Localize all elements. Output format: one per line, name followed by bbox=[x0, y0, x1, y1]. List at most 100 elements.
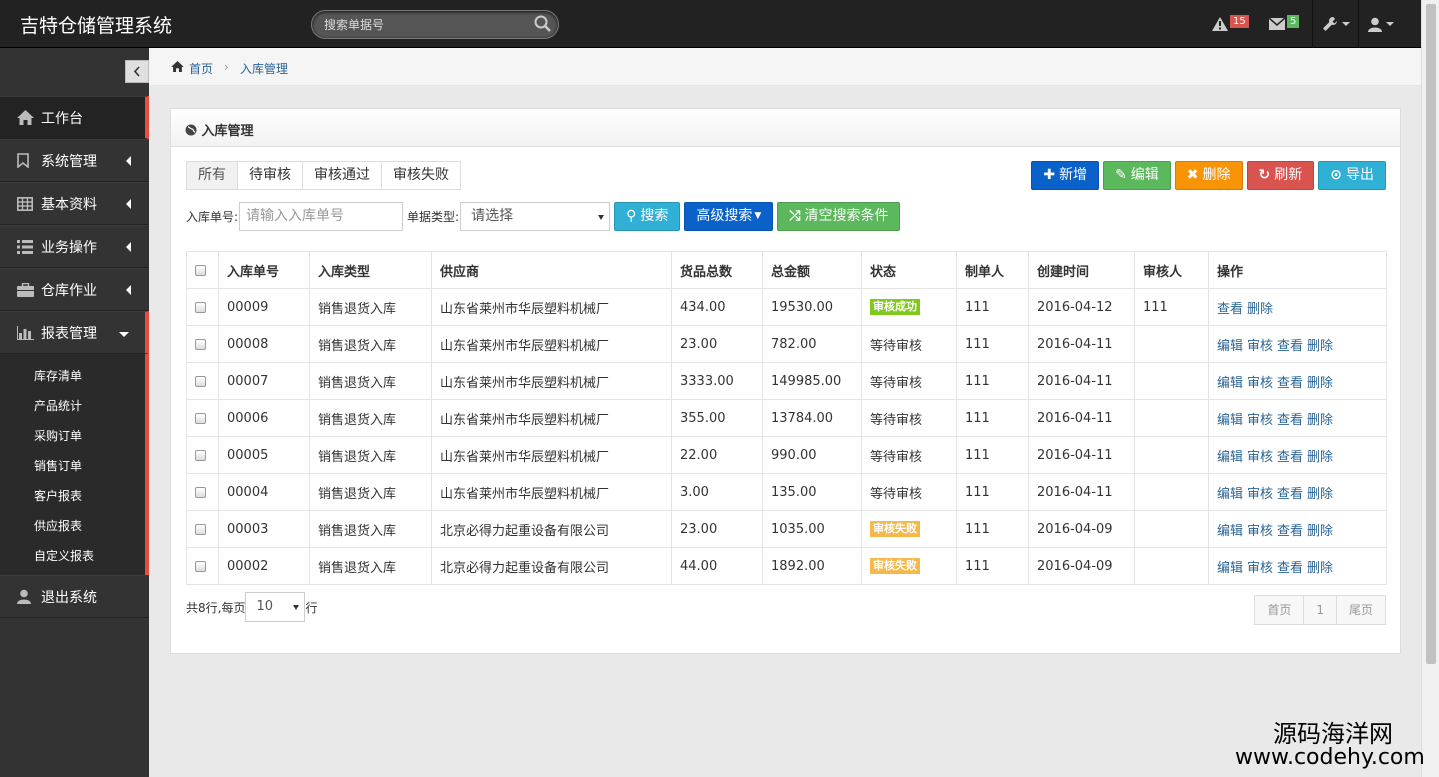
select-all-checkbox[interactable] bbox=[195, 264, 206, 276]
column-header[interactable]: 总金额 bbox=[762, 251, 862, 289]
submenu-item-sales-orders[interactable]: 销售订单 bbox=[0, 451, 145, 481]
row-action-link[interactable]: 审核 bbox=[1247, 524, 1273, 539]
column-header[interactable]: 制单人 bbox=[956, 251, 1029, 289]
row-action-link[interactable]: 删除 bbox=[1307, 524, 1333, 539]
row-action-link[interactable]: 审核 bbox=[1247, 376, 1273, 391]
row-checkbox[interactable] bbox=[195, 412, 206, 424]
table-row[interactable]: 00002 销售退货入库 北京必得力起重设备有限公司 44.00 1892.00 审核失败… bbox=[186, 547, 1387, 585]
column-header[interactable]: 供应商 bbox=[431, 251, 672, 289]
sidebar-item-system[interactable]: 系统管理 bbox=[0, 139, 149, 182]
row-action-link[interactable]: 查看 bbox=[1277, 487, 1303, 502]
row-action-link[interactable]: 删除 bbox=[1307, 561, 1333, 576]
submenu-item-purchase-orders[interactable]: 采购订单 bbox=[0, 421, 145, 451]
table-row[interactable]: 00006 销售退货入库 山东省莱州市华辰塑料机械厂 355.00 13784.00 等待… bbox=[186, 399, 1387, 437]
messages-menu[interactable]: 5 bbox=[1269, 12, 1300, 36]
tab-rejected[interactable]: 审核失败 bbox=[381, 161, 461, 190]
tab-all[interactable]: 所有 bbox=[186, 161, 238, 190]
table-row[interactable]: 00008 销售退货入库 山东省莱州市华辰塑料机械厂 23.00 782.00 等待审核 1… bbox=[186, 325, 1387, 363]
row-action-link[interactable]: 删除 bbox=[1307, 487, 1333, 502]
sidebar-item-reports[interactable]: 报表管理 bbox=[0, 311, 149, 354]
page-number-button[interactable]: 1 bbox=[1303, 595, 1337, 625]
search-box[interactable] bbox=[311, 10, 559, 39]
advanced-search-button[interactable]: 高级搜索 ▼ bbox=[684, 202, 774, 231]
submenu-item-custom-report[interactable]: 自定义报表 bbox=[0, 541, 145, 571]
table-row[interactable]: 00004 销售退货入库 山东省莱州市华辰塑料机械厂 3.00 135.00 等待审核 11… bbox=[186, 473, 1387, 511]
clear-filters-button[interactable]: ⤮ 清空搜索条件 bbox=[777, 202, 901, 231]
row-checkbox[interactable] bbox=[195, 338, 206, 350]
row-action-link[interactable]: 查看 bbox=[1277, 561, 1303, 576]
row-action-link[interactable]: 编辑 bbox=[1217, 339, 1243, 354]
row-checkbox[interactable] bbox=[195, 523, 206, 535]
column-header[interactable]: 入库类型 bbox=[309, 251, 432, 289]
add-button[interactable]: ✚ 新增 bbox=[1031, 161, 1100, 190]
submenu-item-inventory[interactable]: 库存清单 bbox=[0, 361, 145, 391]
table-row[interactable]: 00003 销售退货入库 北京必得力起重设备有限公司 23.00 1035.00 审核失败… bbox=[186, 510, 1387, 548]
row-action-link[interactable]: 编辑 bbox=[1217, 413, 1243, 428]
page-size-select[interactable]: 10 bbox=[245, 592, 306, 622]
row-action-link[interactable]: 删除 bbox=[1247, 302, 1273, 317]
row-action-link[interactable]: 审核 bbox=[1247, 487, 1273, 502]
submenu-item-supplier-report[interactable]: 供应报表 bbox=[0, 511, 145, 541]
sidebar-collapse-button[interactable] bbox=[125, 60, 149, 83]
row-action-link[interactable]: 审核 bbox=[1247, 413, 1273, 428]
row-checkbox[interactable] bbox=[195, 301, 206, 313]
breadcrumb-home-link[interactable]: 首页 bbox=[189, 60, 213, 77]
row-checkbox[interactable] bbox=[195, 486, 206, 498]
edit-button[interactable]: ✎ 编辑 bbox=[1103, 161, 1171, 190]
row-action-link[interactable]: 删除 bbox=[1307, 413, 1333, 428]
row-checkbox[interactable] bbox=[195, 449, 206, 461]
column-header[interactable]: 货品总数 bbox=[671, 251, 763, 289]
row-action-link[interactable]: 查看 bbox=[1277, 413, 1303, 428]
order-number-input[interactable]: 请输入入库单号 bbox=[239, 202, 404, 231]
first-page-button[interactable]: 首页 bbox=[1254, 595, 1305, 625]
search-input[interactable] bbox=[324, 16, 524, 34]
tab-approved[interactable]: 审核通过 bbox=[302, 161, 382, 190]
refresh-button[interactable]: ↻ 刷新 bbox=[1246, 161, 1315, 190]
row-action-link[interactable]: 审核 bbox=[1247, 339, 1273, 354]
row-action-link[interactable]: 删除 bbox=[1307, 450, 1333, 465]
submenu-item-customer-report[interactable]: 客户报表 bbox=[0, 481, 145, 511]
row-checkbox[interactable] bbox=[195, 375, 206, 387]
tab-pending[interactable]: 待审核 bbox=[237, 161, 303, 190]
user-menu[interactable] bbox=[1368, 12, 1395, 36]
scrollbar-thumb[interactable] bbox=[1426, 4, 1436, 664]
sidebar-item-warehouse[interactable]: 仓库作业 bbox=[0, 268, 149, 311]
breadcrumb-current[interactable]: 入库管理 bbox=[240, 60, 288, 77]
row-action-link[interactable]: 审核 bbox=[1247, 561, 1273, 576]
settings-menu[interactable] bbox=[1322, 12, 1351, 36]
table-row[interactable]: 00007 销售退货入库 山东省莱州市华辰塑料机械厂 3333.00 149985.00… bbox=[186, 362, 1387, 400]
table-row[interactable]: 00009 销售退货入库 山东省莱州市华辰塑料机械厂 434.00 19530.00 审核… bbox=[186, 288, 1387, 326]
row-action-link[interactable]: 查看 bbox=[1277, 450, 1303, 465]
row-action-link[interactable]: 查看 bbox=[1277, 524, 1303, 539]
row-action-link[interactable]: 编辑 bbox=[1217, 376, 1243, 391]
alerts-menu[interactable]: 15 bbox=[1212, 12, 1249, 36]
row-action-link[interactable]: 删除 bbox=[1307, 376, 1333, 391]
row-action-link[interactable]: 删除 bbox=[1307, 339, 1333, 354]
row-action-link[interactable]: 编辑 bbox=[1217, 561, 1243, 576]
sidebar-item-dashboard[interactable]: 工作台 bbox=[0, 96, 149, 139]
sidebar-item-basic-data[interactable]: 基本资料 bbox=[0, 182, 149, 225]
row-action-link[interactable]: 查看 bbox=[1217, 302, 1243, 317]
column-header[interactable]: 状态 bbox=[861, 251, 957, 289]
submenu-item-product-stats[interactable]: 产品统计 bbox=[0, 391, 145, 421]
row-action-link[interactable]: 编辑 bbox=[1217, 450, 1243, 465]
column-header[interactable]: 创建时间 bbox=[1028, 251, 1135, 289]
page-scrollbar[interactable] bbox=[1421, 0, 1439, 777]
column-header[interactable]: 入库单号 bbox=[218, 251, 310, 289]
column-header[interactable]: 审核人 bbox=[1134, 251, 1209, 289]
row-action-link[interactable]: 编辑 bbox=[1217, 487, 1243, 502]
export-button[interactable]: ⊙ 导出 bbox=[1318, 161, 1386, 190]
delete-button[interactable]: ✖ 删除 bbox=[1174, 161, 1243, 190]
row-action-link[interactable]: 编辑 bbox=[1217, 524, 1243, 539]
row-checkbox[interactable] bbox=[195, 560, 206, 572]
search-icon[interactable] bbox=[534, 15, 552, 33]
row-action-link[interactable]: 查看 bbox=[1277, 376, 1303, 391]
row-action-link[interactable]: 查看 bbox=[1277, 339, 1303, 354]
search-button[interactable]: ⚲ 搜索 bbox=[614, 202, 681, 231]
sidebar-item-business[interactable]: 业务操作 bbox=[0, 225, 149, 268]
sidebar-item-logout[interactable]: 退出系统 bbox=[0, 575, 149, 618]
table-row[interactable]: 00005 销售退货入库 山东省莱州市华辰塑料机械厂 22.00 990.00 等待审核 1… bbox=[186, 436, 1387, 474]
last-page-button[interactable]: 尾页 bbox=[1335, 595, 1386, 625]
row-action-link[interactable]: 审核 bbox=[1247, 450, 1273, 465]
document-type-select[interactable]: 请选择 bbox=[460, 202, 611, 231]
